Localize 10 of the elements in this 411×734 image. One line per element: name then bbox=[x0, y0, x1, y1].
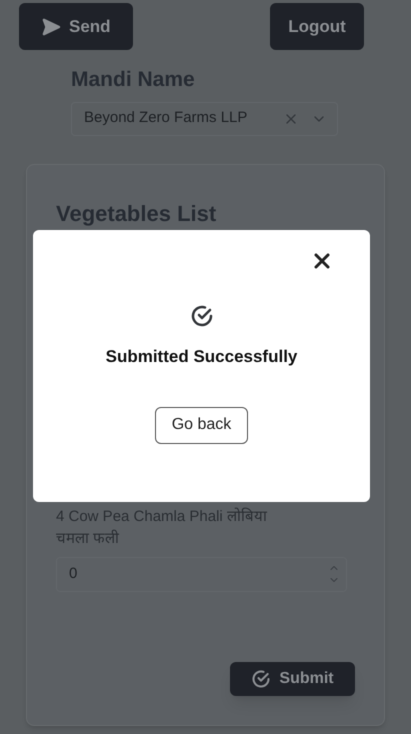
check-circle-icon bbox=[251, 668, 272, 688]
mandi-select[interactable]: Beyond Zero Farms LLP bbox=[71, 102, 338, 136]
logout-button[interactable]: Logout bbox=[270, 3, 364, 50]
go-back-button[interactable]: Go back bbox=[155, 406, 248, 444]
send-button[interactable]: Send bbox=[19, 3, 133, 50]
submit-button[interactable]: Submit bbox=[230, 662, 355, 696]
check-circle-icon bbox=[190, 304, 214, 328]
dialog-message: Submitted Successfully bbox=[106, 346, 298, 368]
send-icon bbox=[41, 16, 61, 36]
quantity-input[interactable]: 0 bbox=[56, 556, 347, 592]
